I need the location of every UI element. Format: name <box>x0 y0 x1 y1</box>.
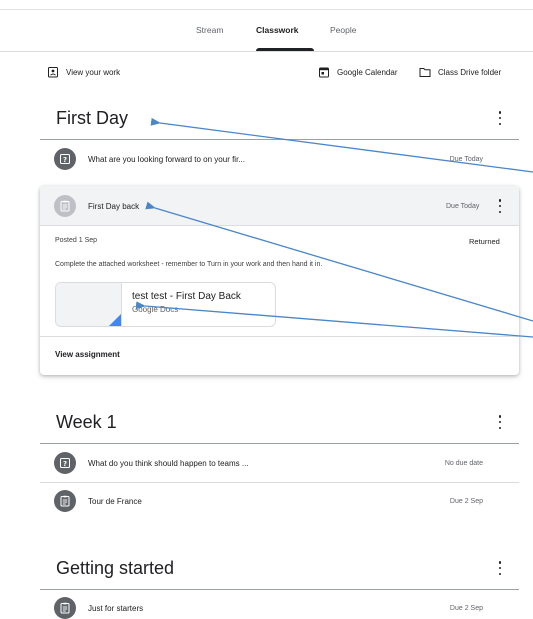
item-due-date: No due date <box>444 459 483 467</box>
item-title: What do you think should happen to teams… <box>88 458 249 468</box>
section-divider <box>40 139 519 140</box>
list-item[interactable]: ? What are you looking forward to on you… <box>40 141 519 177</box>
google-calendar-label: Google Calendar <box>337 67 398 77</box>
folder-icon <box>419 66 431 78</box>
card-divider <box>40 336 519 337</box>
section-title-first-day: First Day <box>56 108 128 128</box>
active-tab-indicator <box>256 48 314 51</box>
question-icon: ? <box>54 452 76 474</box>
assignment-due-date: Due Today <box>446 203 480 210</box>
view-assignment-link[interactable]: View assignment <box>55 350 120 359</box>
calendar-icon <box>318 66 330 78</box>
getting-started-more-options-icon[interactable] <box>496 561 504 575</box>
view-your-work-label: View your work <box>66 67 121 77</box>
week-1-more-options-icon[interactable] <box>496 415 504 429</box>
attachment-google-doc[interactable]: test test - First Day Back Google Docs <box>55 282 276 327</box>
assignment-icon <box>54 195 76 217</box>
item-title: Just for starters <box>88 603 144 613</box>
item-title: Tour de France <box>88 496 142 506</box>
section-divider <box>40 443 519 444</box>
svg-text:?: ? <box>63 460 67 468</box>
svg-text:?: ? <box>63 156 67 164</box>
section-title-week-1: Week 1 <box>56 412 117 432</box>
assignment-ind-icon <box>47 66 59 78</box>
tab-stream[interactable]: Stream <box>196 25 223 35</box>
assignment-instructions: Complete the attached worksheet - rememb… <box>55 261 323 268</box>
tab-classwork[interactable]: Classwork <box>256 25 299 35</box>
item-due-date: Due Today <box>449 155 483 163</box>
item-due-date: Due 2 Sep <box>449 497 483 505</box>
list-item[interactable]: ? What do you think should happen to tea… <box>40 445 519 481</box>
doc-corner-icon <box>107 314 121 326</box>
tab-people[interactable]: People <box>330 25 356 35</box>
tab-bar: Stream Classwork People <box>0 10 533 52</box>
google-calendar-button[interactable]: Google Calendar <box>318 66 397 78</box>
assignment-icon <box>54 597 76 619</box>
list-item[interactable]: Tour de France Due 2 Sep <box>40 483 519 519</box>
assignment-more-options-icon[interactable] <box>496 199 504 213</box>
question-icon: ? <box>54 148 76 170</box>
first-day-more-options-icon[interactable] <box>496 111 504 125</box>
assignment-card-header[interactable]: First Day back Due Today <box>40 186 519 226</box>
posted-date: Posted 1 Sep <box>55 237 98 244</box>
view-your-work-button[interactable]: View your work <box>47 66 120 78</box>
section-title-getting-started: Getting started <box>56 558 175 578</box>
class-drive-folder-button[interactable]: Class Drive folder <box>419 66 501 78</box>
doc-thumbnail <box>56 283 122 326</box>
item-title: What are you looking forward to on your … <box>88 154 245 164</box>
item-due-date: Due 2 Sep <box>449 604 483 612</box>
attachment-type: Google Docs <box>132 305 179 314</box>
status-badge: Returned <box>469 237 500 246</box>
list-item[interactable]: Just for starters Due 2 Sep <box>40 590 519 619</box>
attachment-title: test test - First Day Back <box>132 291 241 302</box>
class-drive-folder-label: Class Drive folder <box>438 67 502 77</box>
assignment-title: First Day back <box>88 202 140 211</box>
assignment-icon <box>54 490 76 512</box>
assignment-card-expanded: First Day back Due Today Posted 1 Sep Re… <box>40 186 519 375</box>
